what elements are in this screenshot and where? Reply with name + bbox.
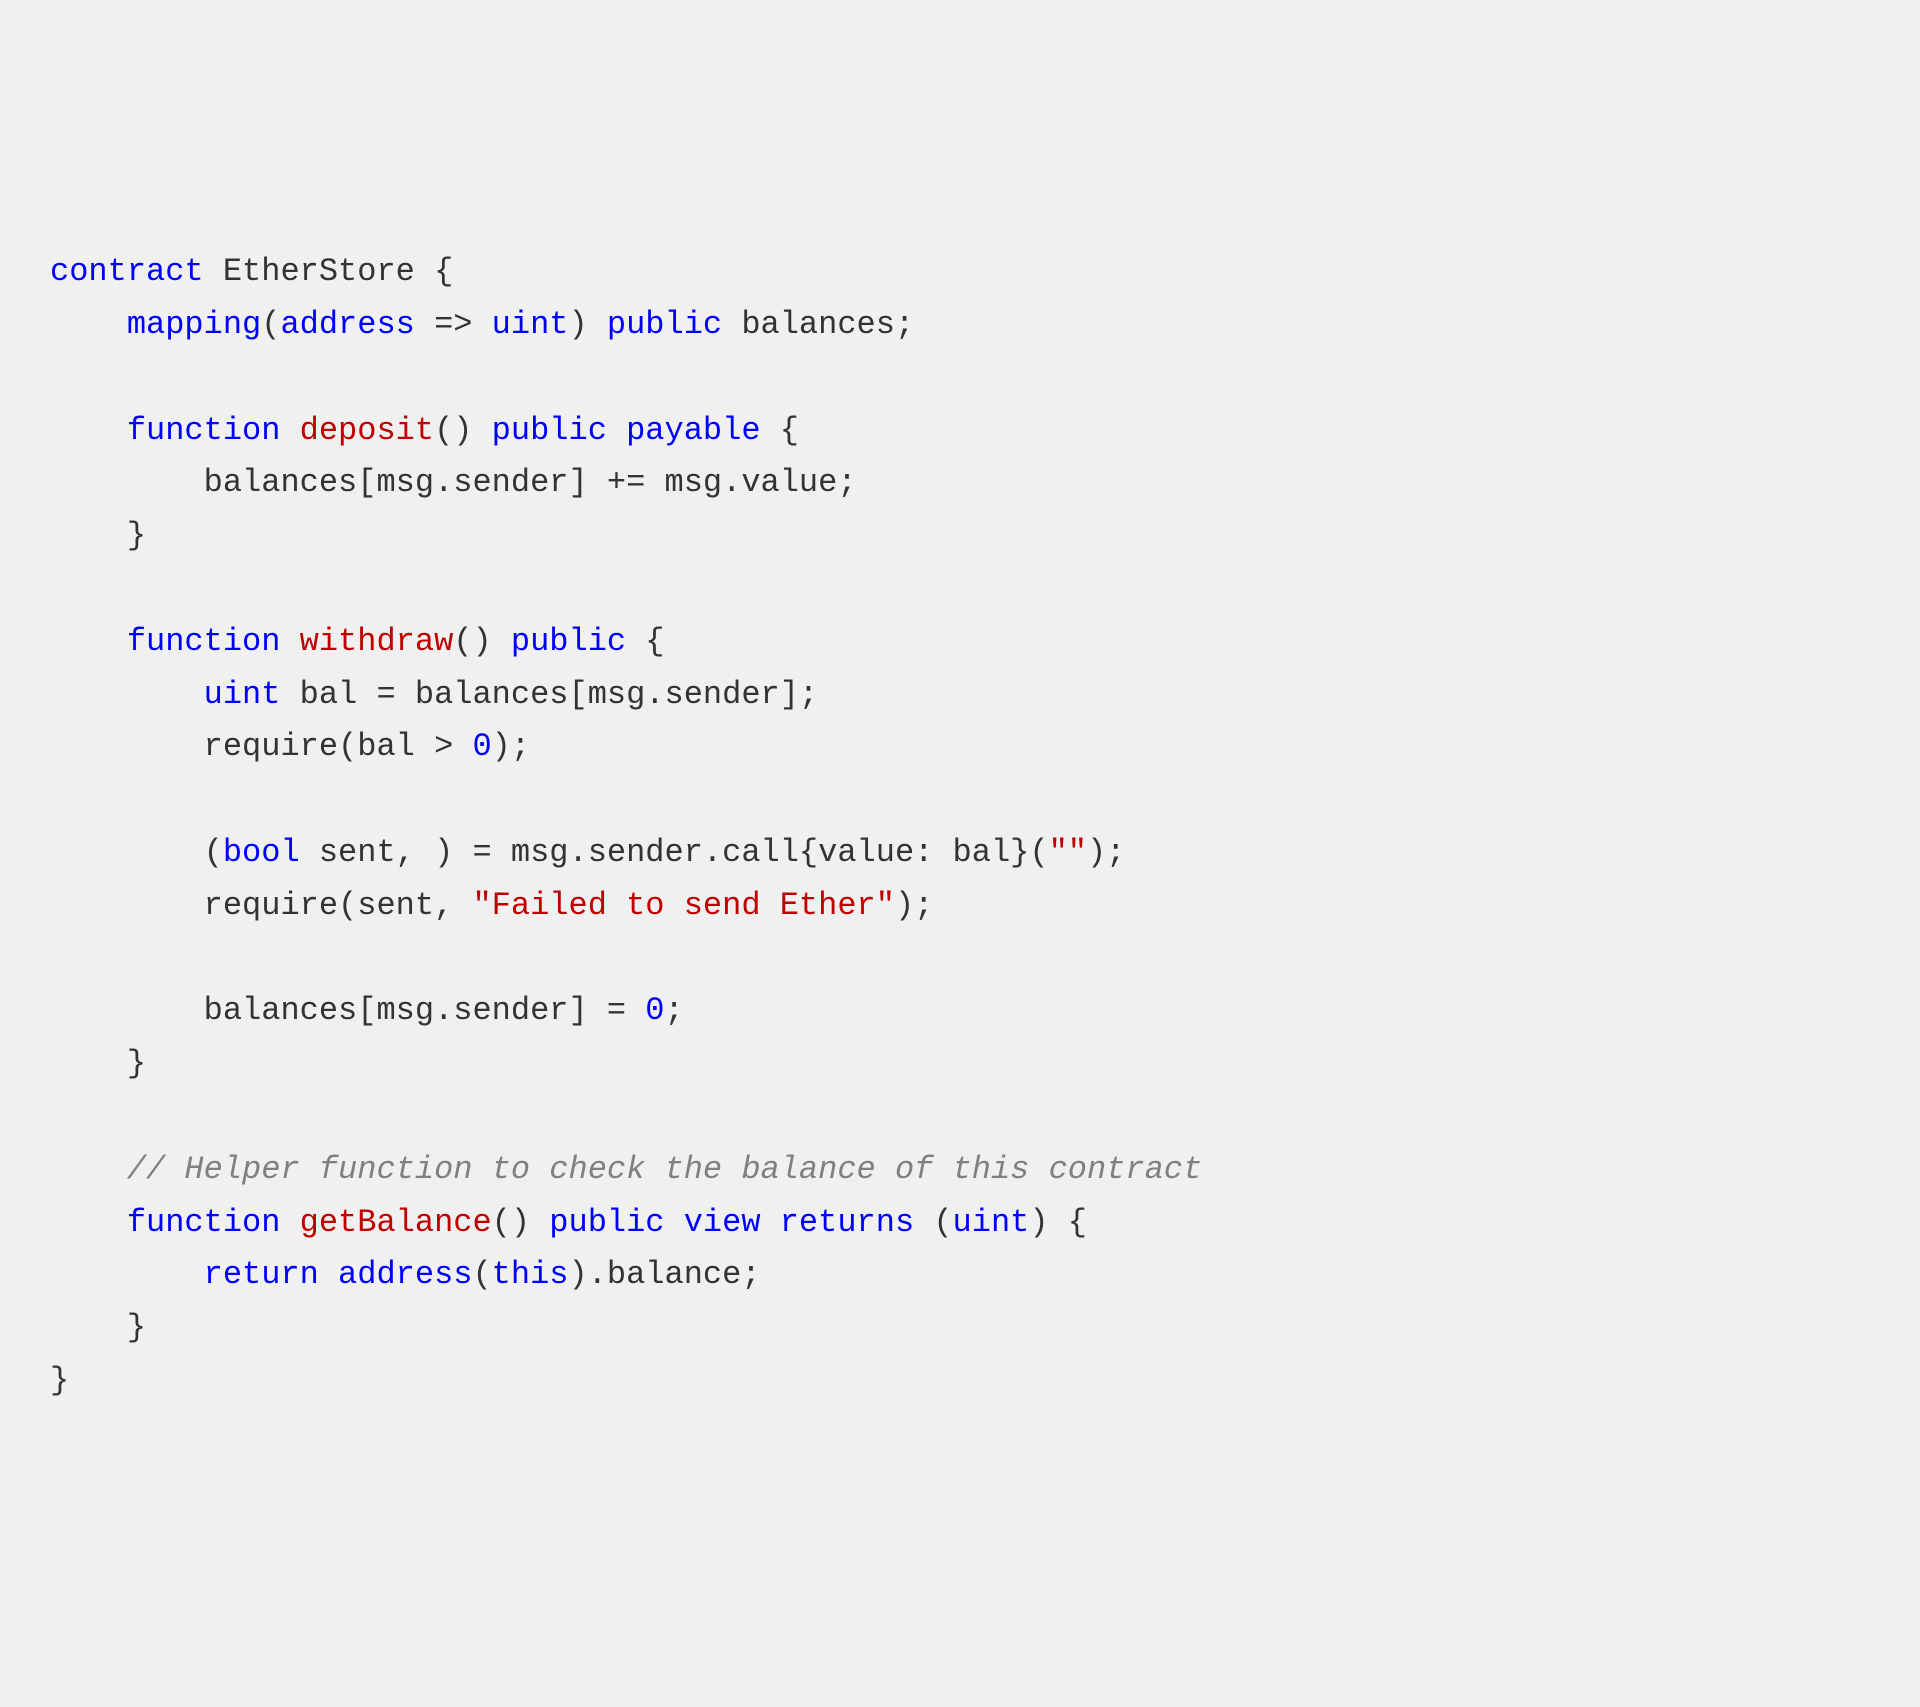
- text: {: [761, 412, 799, 449]
- code-line-10: require(bal > 0);: [50, 728, 530, 765]
- string-error: "Failed to send Ether": [472, 887, 894, 924]
- code-line-16: }: [50, 1045, 146, 1082]
- text: );: [492, 728, 530, 765]
- comment-helper: // Helper function to check the balance …: [127, 1151, 1202, 1188]
- type-uint: uint: [953, 1204, 1030, 1241]
- keyword-return: return: [204, 1256, 319, 1293]
- type-address: address: [280, 306, 414, 343]
- keyword-payable: payable: [626, 412, 760, 449]
- type-uint: uint: [204, 676, 281, 713]
- type-uint: uint: [492, 306, 569, 343]
- text: [319, 1256, 338, 1293]
- text: }: [50, 1309, 146, 1346]
- indent: [50, 306, 127, 343]
- text: ) {: [1029, 1204, 1087, 1241]
- text: [280, 412, 299, 449]
- indent: [50, 1204, 127, 1241]
- code-line-15: balances[msg.sender] = 0;: [50, 992, 684, 1029]
- function-deposit: deposit: [300, 412, 434, 449]
- code-line-18: // Helper function to check the balance …: [50, 1151, 1202, 1188]
- text: sent, ) = msg.sender.call{value: bal}(: [300, 834, 1049, 871]
- function-getbalance: getBalance: [300, 1204, 492, 1241]
- keyword-returns: returns: [780, 1204, 914, 1241]
- keyword-contract: contract: [50, 253, 204, 290]
- text: balances;: [722, 306, 914, 343]
- type-bool: bool: [223, 834, 300, 871]
- keyword-function: function: [127, 623, 281, 660]
- keyword-public: public: [607, 306, 722, 343]
- code-line-1: contract EtherStore {: [50, 253, 453, 290]
- text: {: [626, 623, 664, 660]
- text: ;: [665, 992, 684, 1029]
- text: }: [50, 1362, 69, 1399]
- text: );: [895, 887, 933, 924]
- string-empty: "": [1049, 834, 1087, 871]
- code-line-2: mapping(address => uint) public balances…: [50, 306, 914, 343]
- text: [607, 412, 626, 449]
- indent: [50, 676, 204, 713]
- text: balances[msg.sender] += msg.value;: [50, 464, 857, 501]
- text: require(sent,: [50, 887, 472, 924]
- indent: [50, 1256, 204, 1293]
- code-line-6: }: [50, 517, 146, 554]
- indent: [50, 412, 127, 449]
- text: }: [50, 517, 146, 554]
- text: [761, 1204, 780, 1241]
- number-zero: 0: [645, 992, 664, 1029]
- text: require(bal >: [50, 728, 472, 765]
- keyword-this: this: [492, 1256, 569, 1293]
- text: }: [50, 1045, 146, 1082]
- text: (: [261, 306, 280, 343]
- keyword-view: view: [684, 1204, 761, 1241]
- text: bal = balances[msg.sender];: [280, 676, 818, 713]
- keyword-public: public: [511, 623, 626, 660]
- text: (: [914, 1204, 952, 1241]
- text: (: [50, 834, 223, 871]
- text: balances[msg.sender] =: [50, 992, 645, 1029]
- keyword-function: function: [127, 1204, 281, 1241]
- code-line-5: balances[msg.sender] += msg.value;: [50, 464, 857, 501]
- keyword-public: public: [549, 1204, 664, 1241]
- function-withdraw: withdraw: [300, 623, 454, 660]
- text: [665, 1204, 684, 1241]
- code-line-19: function getBalance() public view return…: [50, 1204, 1087, 1241]
- text: =>: [415, 306, 492, 343]
- code-line-8: function withdraw() public {: [50, 623, 665, 660]
- code-line-9: uint bal = balances[msg.sender];: [50, 676, 818, 713]
- code-line-20: return address(this).balance;: [50, 1256, 761, 1293]
- code-line-12: (bool sent, ) = msg.sender.call{value: b…: [50, 834, 1125, 871]
- code-block: contract EtherStore { mapping(address =>…: [50, 246, 1870, 1408]
- keyword-function: function: [127, 412, 281, 449]
- text: );: [1087, 834, 1125, 871]
- text: (): [434, 412, 492, 449]
- code-line-21: }: [50, 1309, 146, 1346]
- code-line-13: require(sent, "Failed to send Ether");: [50, 887, 933, 924]
- code-line-4: function deposit() public payable {: [50, 412, 799, 449]
- text: ).balance;: [568, 1256, 760, 1293]
- code-line-22: }: [50, 1362, 69, 1399]
- text: EtherStore {: [204, 253, 454, 290]
- text: (): [453, 623, 511, 660]
- text: [280, 1204, 299, 1241]
- keyword-public: public: [492, 412, 607, 449]
- indent: [50, 1151, 127, 1188]
- text: (): [492, 1204, 550, 1241]
- type-address: address: [338, 1256, 472, 1293]
- number-zero: 0: [472, 728, 491, 765]
- text: [280, 623, 299, 660]
- indent: [50, 623, 127, 660]
- text: (: [472, 1256, 491, 1293]
- text: ): [568, 306, 606, 343]
- keyword-mapping: mapping: [127, 306, 261, 343]
